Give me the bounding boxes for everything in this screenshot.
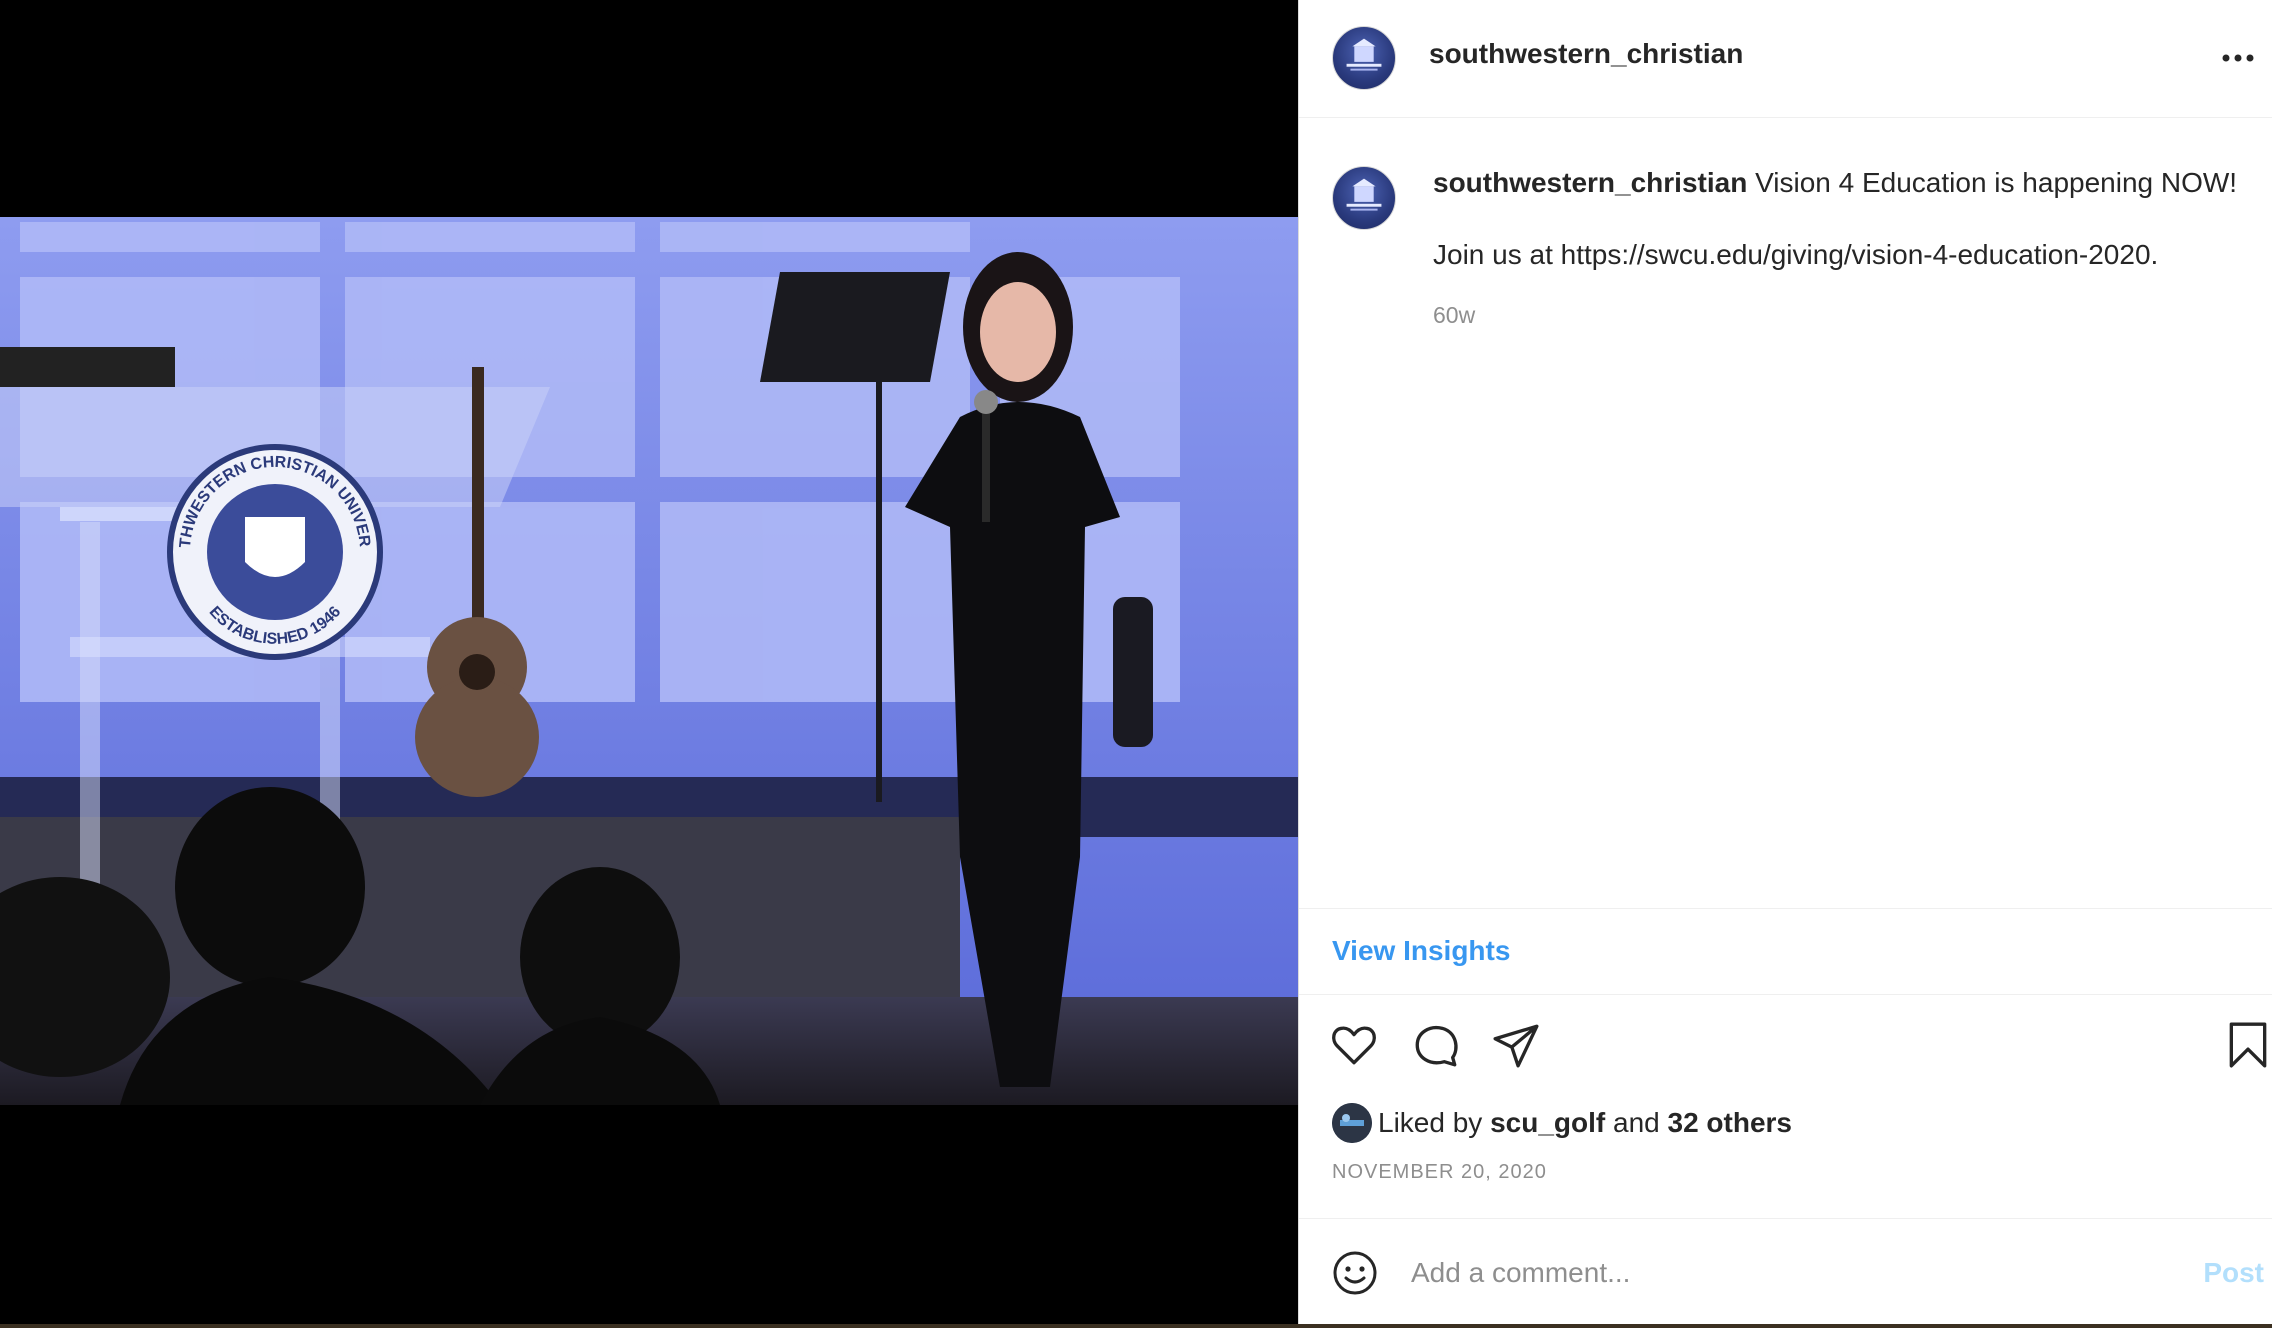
caption-avatar[interactable]: [1332, 166, 1396, 230]
comment-button[interactable]: [1411, 1020, 1461, 1070]
comment-form: Post: [1299, 1218, 2272, 1324]
liked-by-user[interactable]: scu_golf: [1490, 1107, 1605, 1138]
stage-photo-illustration: SOUTHWESTERN CHRISTIAN UNIVERSITYESTABLI…: [0, 217, 1298, 1105]
like-button[interactable]: [1329, 1020, 1379, 1070]
page-bottom-strip: [0, 1324, 2272, 1328]
caption-link-line: Join us at https://swcu.edu/giving/visio…: [1433, 239, 2159, 270]
view-insights-link[interactable]: View Insights: [1332, 935, 1510, 967]
golf-logo-icon: [1332, 1103, 1372, 1143]
post-time-ago[interactable]: 60w: [1433, 302, 1475, 329]
emoji-icon: [1333, 1251, 1377, 1295]
post-media: SOUTHWESTERN CHRISTIAN UNIVERSITYESTABLI…: [0, 0, 1298, 1328]
heart-icon: [1332, 1026, 1376, 1065]
liked-by-prefix: Liked by: [1378, 1107, 1483, 1138]
university-logo-icon: [1346, 178, 1382, 211]
save-button[interactable]: [2223, 1020, 2272, 1070]
more-options-button[interactable]: [2218, 40, 2258, 76]
caption-username[interactable]: southwestern_christian: [1433, 167, 1747, 198]
liked-by-others[interactable]: 32 others: [1668, 1107, 1793, 1138]
post-comment-button[interactable]: Post: [2203, 1257, 2264, 1289]
share-icon: [1493, 1024, 1539, 1068]
liker-avatar[interactable]: [1332, 1103, 1372, 1143]
likes-text: Liked by scu_golf and 32 others: [1378, 1107, 1792, 1139]
emoji-button[interactable]: [1331, 1249, 1379, 1297]
header-username[interactable]: southwestern_christian: [1429, 38, 1743, 70]
action-bar: [1299, 1010, 2272, 1080]
insights-row: View Insights: [1299, 908, 2272, 995]
comment-input[interactable]: [1411, 1249, 2131, 1297]
post-header: southwestern_christian: [1299, 0, 2272, 118]
caption-text: Vision 4 Education is happening NOW!: [1755, 167, 2238, 198]
comment-icon: [1415, 1025, 1458, 1067]
liked-by-and: and: [1613, 1107, 1660, 1138]
post-panel: southwestern_christian southwestern_chri…: [1298, 0, 2272, 1324]
post-date[interactable]: NOVEMBER 20, 2020: [1332, 1161, 1547, 1184]
post-caption: southwestern_christian Vision 4 Educatio…: [1433, 164, 2253, 274]
more-icon: [2222, 54, 2254, 62]
university-logo-icon: [1346, 38, 1382, 71]
bookmark-icon: [2229, 1022, 2267, 1068]
share-button[interactable]: [1491, 1020, 1541, 1070]
profile-avatar[interactable]: [1332, 26, 1396, 90]
post-photo[interactable]: SOUTHWESTERN CHRISTIAN UNIVERSITYESTABLI…: [0, 217, 1298, 1105]
